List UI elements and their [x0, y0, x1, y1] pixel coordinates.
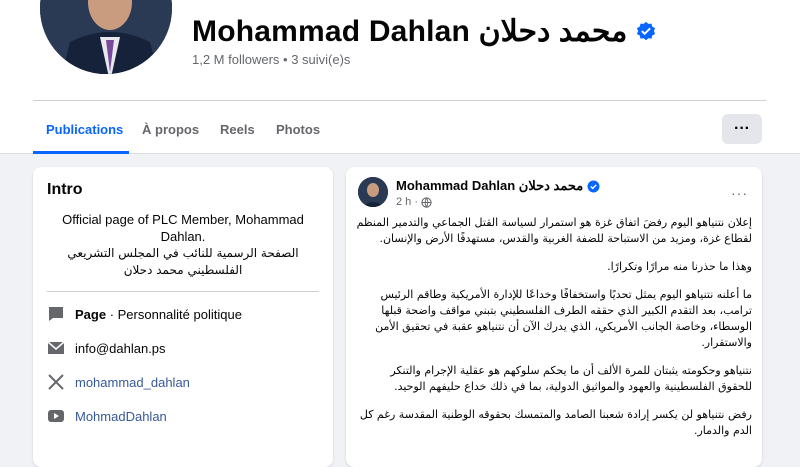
- intro-divider: [47, 291, 319, 292]
- intro-youtube[interactable]: MohmadDahlan: [47, 407, 167, 425]
- page-label: Page: [75, 306, 107, 322]
- post-timestamp[interactable]: 2 h ·: [396, 196, 418, 208]
- post-paragraph: رفض نتنياهو لن يكسر إرادة شعبنا الصامد و…: [359, 408, 752, 437]
- verified-badge-icon: [637, 21, 656, 40]
- intro-email[interactable]: info@dahlan.ps: [47, 339, 166, 357]
- active-tab-indicator: [33, 151, 129, 154]
- post-author[interactable]: Mohammad Dahlan محمد دحلان: [396, 178, 600, 194]
- tab-about[interactable]: À propos: [142, 122, 199, 137]
- post-meta: 2 h ·: [396, 196, 432, 208]
- verified-badge-icon: [587, 180, 600, 192]
- globe-icon: [421, 196, 432, 208]
- post-options-button[interactable]: ···: [731, 185, 748, 201]
- email-text[interactable]: info@dahlan.ps: [75, 341, 166, 356]
- tabs-divider: [33, 100, 766, 101]
- youtube-link[interactable]: MohmadDahlan: [75, 409, 167, 424]
- page-category: · Personnalité politique: [106, 306, 242, 322]
- intro-bio-english: Official page of PLC Member, Mohammad Da…: [62, 212, 304, 244]
- profile-photo-icon: [40, 0, 172, 74]
- post-paragraph: وهذا ما حذرنا منه مرارًا وتكرارًا.: [607, 260, 752, 273]
- tab-photos[interactable]: Photos: [276, 122, 320, 137]
- mail-icon: [47, 339, 65, 357]
- more-options-button[interactable]: ···: [722, 114, 762, 144]
- post-paragraph: إعلان نتنياهو اليوم رفضَ اتفاق غزة هو اس…: [356, 216, 752, 245]
- youtube-icon: [47, 407, 65, 425]
- profile-header: Mohammad Dahlan محمد دحلان 1,2 M followe…: [0, 0, 800, 154]
- x-twitter-icon: [47, 373, 65, 391]
- intro-page-category: Page · Personnalité politique: [47, 305, 242, 323]
- post-author-name[interactable]: Mohammad Dahlan محمد دحلان: [396, 178, 583, 194]
- tab-publications[interactable]: Publications: [46, 122, 123, 137]
- intro-title: Intro: [47, 181, 83, 198]
- post-author-avatar[interactable]: [358, 177, 388, 207]
- profile-name: Mohammad Dahlan محمد دحلان: [192, 15, 628, 48]
- post-card: Mohammad Dahlan محمد دحلان 2 h · ··· إعل…: [346, 167, 762, 467]
- intro-bio: Official page of PLC Member, Mohammad Da…: [53, 211, 313, 279]
- intro-card: Intro Official page of PLC Member, Moham…: [33, 167, 333, 467]
- twitter-link[interactable]: mohammad_dahlan: [75, 375, 190, 390]
- author-photo-icon: [358, 177, 388, 207]
- more-dots-icon: ···: [734, 120, 750, 137]
- post-paragraph: ما أعلنه نتنياهو اليوم يمثل تحديًا واستخ…: [375, 288, 752, 349]
- tab-reels[interactable]: Reels: [220, 122, 255, 137]
- intro-twitter[interactable]: mohammad_dahlan: [47, 373, 190, 391]
- post-paragraph: نتنياهو وحكومته يثبتان للمرة الألف أن ما…: [390, 364, 752, 393]
- intro-bio-arabic: الصفحة الرسمية للنائب في المجلس التشريعي…: [67, 246, 299, 277]
- flag-icon: [47, 305, 65, 323]
- followers-count[interactable]: 1,2 M followers • 3 suivi(e)s: [192, 52, 350, 67]
- profile-avatar[interactable]: [36, 0, 176, 78]
- post-body: إعلان نتنياهو اليوم رفضَ اتفاق غزة هو اس…: [356, 215, 752, 451]
